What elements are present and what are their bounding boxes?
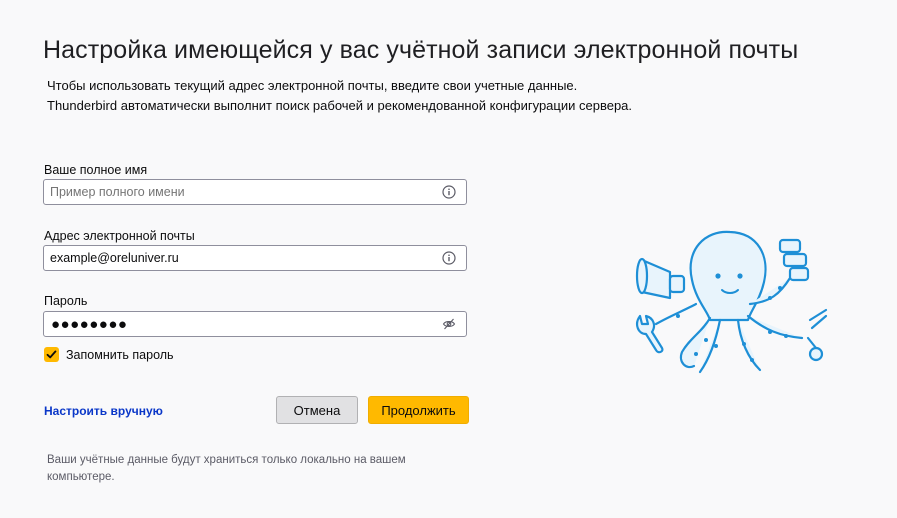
checkmark-icon [46,350,57,359]
description-line-1: Чтобы использовать текущий адрес электро… [47,78,578,93]
eye-slash-icon[interactable] [442,317,456,331]
manual-config-link[interactable]: Настроить вручную [44,404,163,418]
info-icon[interactable] [442,251,456,265]
password-field[interactable]: ●●●●●●●● [43,311,467,337]
remember-password-checkbox[interactable] [44,347,59,362]
name-field-container [43,179,467,205]
remember-password-label[interactable]: Запомнить пароль [66,348,174,362]
password-value: ●●●●●●●● [51,316,128,333]
page-title: Настройка имеющейся у вас учётной записи… [43,36,799,64]
octopus-mascot-icon [635,230,828,374]
local-storage-note: Ваши учётные данные будут храниться толь… [47,454,406,483]
name-input[interactable] [50,183,430,201]
email-field-container [43,245,467,271]
email-label: Адрес электронной почты [44,229,195,243]
name-label: Ваше полное имя [44,163,148,177]
info-icon[interactable] [442,185,456,199]
cancel-button[interactable]: Отмена [276,396,358,424]
continue-button[interactable]: Продолжить [368,396,469,424]
description-line-2: Thunderbird автоматически выполнит поиск… [47,98,633,113]
password-label: Пароль [44,294,88,308]
email-input[interactable] [50,249,430,267]
